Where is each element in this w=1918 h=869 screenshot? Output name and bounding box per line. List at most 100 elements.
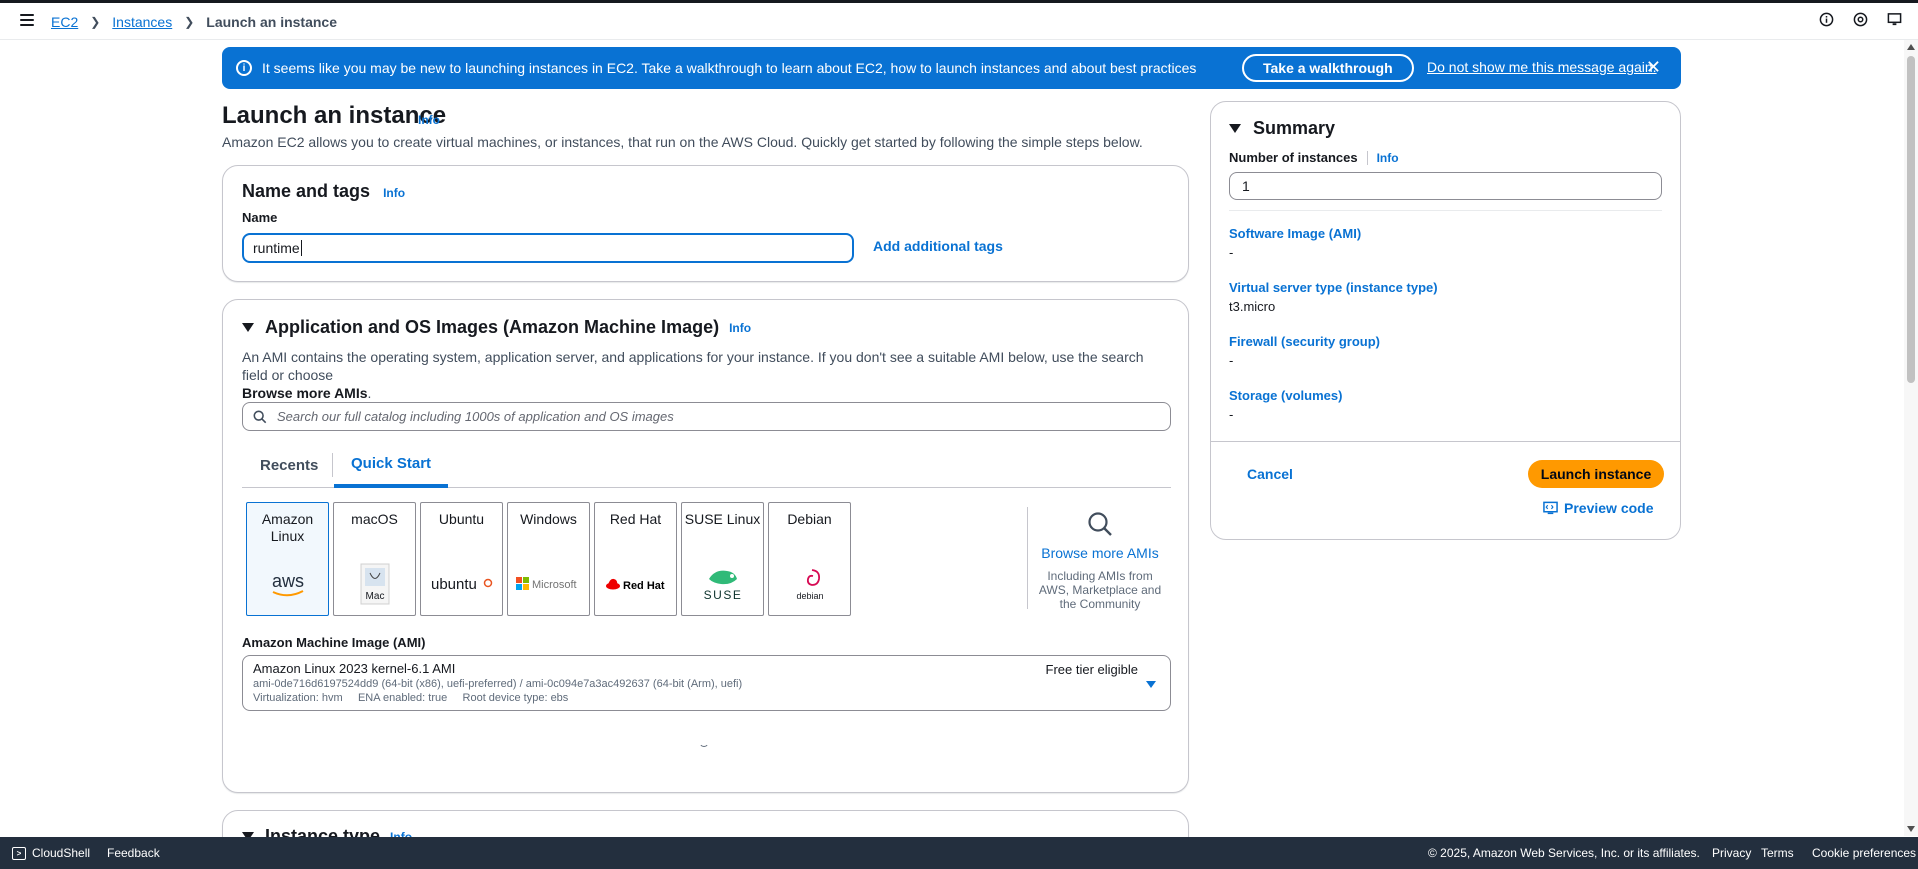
svg-text:Mac: Mac (365, 591, 384, 602)
close-icon[interactable]: ✕ (1646, 58, 1661, 76)
breadcrumb-instances[interactable]: Instances (112, 14, 172, 30)
search-icon (253, 410, 267, 423)
summary-item-software-image: Software Image (AMI) - (1229, 226, 1361, 260)
os-option-label: SUSE Linux (684, 511, 761, 527)
preview-code-label: Preview code (1564, 500, 1654, 516)
ami-description: An AMI contains the operating system, ap… (242, 348, 1172, 402)
number-of-instances-label: Number of instances (1229, 150, 1358, 165)
chevron-right-icon: ❯ (184, 14, 195, 29)
svg-text:ubuntu: ubuntu (431, 576, 477, 593)
summary-item-firewall: Firewall (security group) - (1229, 334, 1380, 368)
os-option-amazon-linux[interactable]: Amazon Linux aws (246, 502, 329, 616)
ami-description-end: . (367, 385, 372, 401)
browse-more-amis-link[interactable]: Browse more AMIs (1038, 545, 1162, 561)
scrollbar-thumb[interactable] (1907, 56, 1915, 383)
breadcrumb-ec2[interactable]: EC2 (51, 14, 78, 30)
collapse-caret-icon[interactable] (1229, 124, 1241, 133)
summary-item-storage: Storage (volumes) - (1229, 388, 1342, 422)
top-navigation-bar: EC2 ❯ Instances ❯ Launch an instance (0, 0, 1918, 40)
browse-more-amis-subtext: Including AMIs from AWS, Marketplace and… (1038, 569, 1162, 611)
ami-ids: ami-0de716d6197524dd9 (64-bit (x86), uef… (253, 678, 743, 690)
summary-item-value: - (1229, 407, 1234, 422)
launch-instance-button[interactable]: Launch instance (1528, 460, 1664, 488)
microsoft-logo-icon: Microsoft (508, 563, 589, 605)
os-option-debian[interactable]: Debian debian (768, 502, 851, 616)
new-user-banner: i It seems like you may be new to launch… (222, 47, 1681, 89)
breadcrumb-current: Launch an instance (206, 13, 337, 30)
scroll-down-arrow-icon[interactable] (1907, 826, 1915, 832)
summary-title: Summary (1253, 118, 1336, 138)
number-of-instances-input[interactable]: 1 (1229, 172, 1662, 200)
tab-quick-start[interactable]: Quick Start (334, 443, 449, 488)
summary-item-key[interactable]: Storage (volumes) (1229, 388, 1342, 403)
ami-tabs: Recents Quick Start (242, 443, 1171, 488)
ami-description-text: An AMI contains the operating system, ap… (242, 349, 1144, 383)
aws-logo-icon: aws (247, 563, 328, 605)
name-input[interactable]: runtime (242, 233, 854, 263)
debian-logo-icon: debian (769, 563, 850, 605)
add-additional-tags-button[interactable]: Add additional tags (873, 238, 1003, 254)
monitor-icon[interactable] (1886, 11, 1902, 27)
console-footer: > CloudShell Feedback © 2025, Amazon Web… (0, 837, 1918, 869)
page-description: Amazon EC2 allows you to create virtual … (222, 134, 1143, 150)
terms-link[interactable]: Terms (1761, 846, 1794, 860)
summary-heading[interactable]: Summary (1229, 118, 1335, 139)
breadcrumb: EC2 ❯ Instances ❯ Launch an instance (51, 3, 337, 40)
cancel-button[interactable]: Cancel (1247, 466, 1293, 482)
ami-select-label: Amazon Machine Image (AMI) (242, 635, 426, 650)
os-option-red-hat[interactable]: Red Hat Red Hat (594, 502, 677, 616)
red-hat-logo-icon: Red Hat (595, 563, 676, 605)
summary-item-instance-type: Virtual server type (instance type) t3.m… (1229, 280, 1438, 314)
search-icon (1088, 512, 1112, 536)
ami-description-bold: Browse more AMIs (242, 385, 368, 401)
chevron-down-icon[interactable] (1146, 681, 1156, 688)
dismiss-message-link[interactable]: Do not show me this message again. (1427, 59, 1657, 75)
page-info-link[interactable]: Info (418, 113, 440, 127)
summary-item-key[interactable]: Virtual server type (instance type) (1229, 280, 1438, 295)
collapse-caret-icon[interactable] (242, 323, 254, 332)
os-option-ubuntu[interactable]: Ubuntu ubuntu (420, 502, 503, 616)
summary-item-key[interactable]: Firewall (security group) (1229, 334, 1380, 349)
instances-info-link[interactable]: Info (1377, 151, 1399, 165)
summary-divider (1229, 210, 1662, 211)
code-preview-icon (1543, 501, 1558, 515)
info-icon[interactable] (1818, 11, 1834, 27)
summary-item-value: t3.micro (1229, 299, 1276, 314)
copyright-text: © 2025, Amazon Web Services, Inc. or its… (1428, 846, 1700, 860)
ubuntu-logo-icon: ubuntu (421, 563, 502, 605)
cloudshell-button[interactable]: > CloudShell (12, 846, 90, 860)
take-walkthrough-button[interactable]: Take a walkthrough (1242, 54, 1414, 82)
page-title: Launch an instance (222, 102, 447, 129)
os-option-windows[interactable]: Windows Microsoft (507, 502, 590, 616)
settings-icon[interactable] (1852, 11, 1868, 27)
ami-select[interactable]: Amazon Linux 2023 kernel-6.1 AMI ami-0de… (242, 655, 1171, 711)
feedback-link[interactable]: Feedback (107, 846, 160, 860)
number-of-instances-value: 1 (1242, 178, 1250, 194)
tab-recents[interactable]: Recents (260, 443, 318, 488)
banner-message: It seems like you may be new to launchin… (262, 60, 1197, 76)
cookie-preferences-link[interactable]: Cookie preferences (1812, 846, 1916, 860)
preview-code-button[interactable]: Preview code (1543, 500, 1654, 516)
loading-spinner-icon (699, 737, 709, 747)
number-of-instances-label-row: Number of instances Info (1229, 150, 1399, 165)
browse-more-amis[interactable]: Browse more AMIs Including AMIs from AWS… (1038, 510, 1162, 611)
ami-info-link[interactable]: Info (729, 321, 751, 335)
ami-heading[interactable]: Application and OS Images (Amazon Machin… (242, 317, 751, 338)
mac-logo-icon: Mac (334, 563, 415, 605)
scroll-up-arrow-icon[interactable] (1907, 44, 1915, 50)
svg-text:SUSE: SUSE (703, 588, 742, 602)
privacy-link[interactable]: Privacy (1712, 846, 1751, 860)
page-scrollbar[interactable] (1904, 40, 1918, 836)
hamburger-menu-icon[interactable] (20, 14, 34, 26)
name-tags-info-link[interactable]: Info (383, 186, 405, 200)
svg-text:aws: aws (272, 571, 304, 591)
os-option-suse-linux[interactable]: SUSE Linux SUSE (681, 502, 764, 616)
os-option-macos[interactable]: macOS Mac (333, 502, 416, 616)
os-option-label: Ubuntu (438, 511, 485, 527)
ami-search-input[interactable]: Search our full catalog including 1000s … (242, 402, 1171, 431)
name-and-tags-panel: Name and tags Info Name runtime Add addi… (222, 165, 1189, 282)
chevron-right-icon: ❯ (90, 14, 101, 29)
svg-text:Red Hat: Red Hat (623, 580, 665, 592)
ami-panel: Application and OS Images (Amazon Machin… (222, 299, 1189, 793)
summary-item-key[interactable]: Software Image (AMI) (1229, 226, 1361, 241)
